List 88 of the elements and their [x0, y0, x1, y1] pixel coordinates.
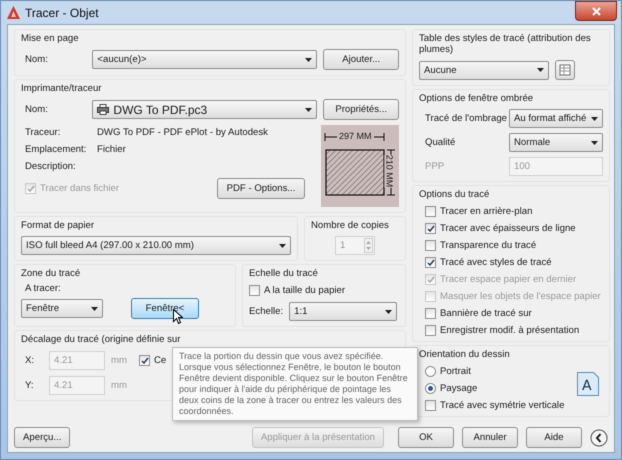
field-label: PPP — [425, 161, 446, 172]
group-title: Table des styles de tracé (attribution des plumes) — [419, 33, 592, 55]
checkbox[interactable] — [425, 400, 436, 411]
height-dimension-label: 210 MM — [384, 154, 394, 188]
field-label: Emplacement: — [25, 144, 88, 155]
checkbox-label: Tracé avec symétrie verticale — [440, 400, 564, 411]
shading-dropdown[interactable]: Au format affiché — [509, 109, 603, 128]
width-dimension-label: 297 MM — [337, 131, 374, 141]
group-title: Zone du tracé — [21, 268, 80, 279]
chevron-left-icon[interactable] — [590, 428, 608, 446]
radio-label: Portrait — [440, 366, 471, 377]
field-label: X: — [24, 355, 36, 366]
dialog-button[interactable]: OK — [398, 427, 454, 448]
checkbox[interactable] — [425, 325, 436, 336]
unit-label: mm — [111, 355, 128, 366]
checkbox-label: Ce — [154, 355, 166, 366]
properties-button[interactable]: Propriétés... — [323, 99, 399, 120]
dropdown-arrow-icon — [279, 244, 286, 248]
group-title: Options du tracé — [419, 189, 490, 200]
checkbox[interactable] — [249, 285, 260, 296]
field-label: Description: — [25, 161, 76, 172]
printer-icon — [97, 104, 110, 115]
edit-style-button[interactable] — [555, 60, 575, 80]
radio-button[interactable] — [425, 366, 436, 377]
checkbox-label: Tracer en arrière-plan — [440, 206, 532, 217]
checkbox-label: Masquer les objets de l'espace papier — [440, 291, 601, 302]
dialog-button[interactable]: Aperçu... — [14, 427, 70, 448]
checkbox[interactable] — [425, 308, 436, 319]
radio-button[interactable] — [425, 383, 436, 394]
group-title: Décalage du tracé (origine définie sur — [21, 334, 180, 345]
group-title: Orientation du dessin — [419, 349, 510, 360]
scale-dropdown[interactable]: 1:1 — [289, 302, 398, 321]
checkbox-label: Transparence du tracé — [440, 240, 536, 251]
field-label: Echelle: — [249, 306, 284, 317]
add-button[interactable]: Ajouter... — [323, 49, 399, 70]
spinner-arrows-icon — [364, 238, 373, 253]
group-title: Format de papier — [21, 220, 94, 231]
dropdown-arrow-icon — [385, 310, 392, 314]
dialog-button[interactable]: Aide — [526, 427, 582, 448]
unit-label: mm — [111, 380, 127, 391]
group-title: Imprimante/traceur — [21, 83, 102, 94]
field-label: Nom: — [24, 54, 49, 65]
dropdown-arrow-icon — [537, 68, 544, 72]
group-title: Echelle du tracé — [249, 268, 318, 279]
checkbox-label: Tracé avec styles de tracé — [440, 257, 552, 268]
checkbox-label: Tracer espace papier en dernier — [440, 274, 576, 285]
page-letter-icon: A — [577, 372, 599, 396]
field-label: Y: — [24, 380, 35, 391]
field-value: DWG To PDF - PDF ePlot - by Autodesk — [97, 127, 268, 138]
checkbox-label: A la taille du papier — [264, 285, 346, 296]
group-title: Options de fenêtre ombrée — [419, 93, 534, 104]
checkbox[interactable] — [425, 206, 436, 217]
checkbox[interactable] — [425, 240, 436, 251]
radio-label: Paysage — [440, 383, 478, 394]
field-label: Qualité — [425, 137, 456, 148]
tooltip: Trace la portion du dessin que vous avez spécifiée. Lorsque vous sélectionnez Fenêtre, le bouton le bouton Fenêtre devient disponible. Cliquez sur le bouton Fenêtre pour indiquer à l'aide du périphérique de pointage les deux coins de la zone à tracer ou entrez les valeurs des coordonnées. — [172, 347, 418, 421]
field-label: Traceur: — [25, 127, 62, 138]
dropdown-arrow-icon — [591, 140, 598, 144]
group-title: Mise en page — [21, 33, 79, 44]
close-button[interactable] — [575, 1, 617, 21]
window-button[interactable]: Fenêtre< — [131, 298, 199, 319]
table-icon — [559, 64, 571, 76]
dropdown-arrow-icon — [305, 108, 312, 112]
page-setup-dropdown[interactable]: <aucun(e)> — [92, 50, 318, 69]
dropdown-arrow-icon — [91, 306, 98, 310]
window-title: Tracer - Objet — [25, 6, 99, 20]
printer-dropdown[interactable]: DWG To PDF.pc3 — [92, 100, 318, 119]
app-logo-icon — [7, 6, 20, 19]
plot-style-dropdown[interactable]: Aucune — [419, 60, 549, 80]
plot-area-dropdown[interactable]: Fenêtre — [21, 299, 103, 318]
checkbox-label: Enregistrer modif. à présentation — [440, 325, 580, 336]
checkbox[interactable] — [139, 355, 150, 366]
checkbox[interactable] — [425, 257, 436, 268]
dropdown-arrow-icon — [591, 116, 598, 120]
checkbox[interactable] — [425, 223, 436, 234]
dropdown-arrow-icon — [305, 58, 312, 62]
checkbox-label: Tracer avec épaisseurs de ligne — [440, 223, 576, 234]
field-label: A tracer: — [24, 283, 62, 294]
field-value: Fichier — [97, 144, 126, 155]
group-title: Nombre de copies — [311, 220, 389, 231]
close-icon — [592, 6, 600, 16]
paper-size-dropdown[interactable]: ISO full bleed A4 (297.00 x 210.00 mm) — [21, 236, 291, 255]
pdf-options-button[interactable]: PDF - Options... — [217, 178, 305, 199]
field-label: Nom: — [24, 104, 49, 115]
shading-dropdown[interactable]: Normale — [509, 133, 603, 152]
checkbox-label: Tracer dans fichier — [40, 183, 120, 194]
dialog-button[interactable]: Annuler — [462, 427, 518, 448]
checkbox-label: Bannière de tracé sur — [440, 308, 532, 319]
